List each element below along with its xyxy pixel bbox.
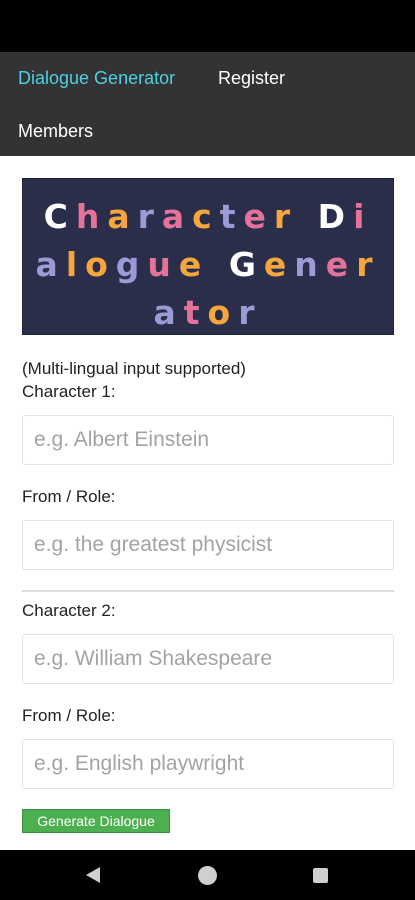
status-bar <box>0 0 415 52</box>
nav-link-dialogue-generator[interactable]: Dialogue Generator <box>18 67 175 89</box>
character1-input[interactable] <box>22 415 394 465</box>
nav-link-register[interactable]: Register <box>218 67 285 89</box>
multilingual-note: (Multi-lingual input supported) <box>22 359 246 378</box>
home-icon[interactable] <box>198 866 217 885</box>
banner-line-1: Character Di <box>43 197 373 236</box>
role1-input[interactable] <box>22 520 394 570</box>
character2-input[interactable] <box>22 634 394 684</box>
recents-icon[interactable] <box>313 868 328 883</box>
character2-label: Character 2: <box>22 601 116 620</box>
banner-line-2: alogue Gener <box>35 245 381 284</box>
banner-line-3: ator <box>153 293 263 332</box>
role2-input[interactable] <box>22 739 394 789</box>
generate-dialogue-button[interactable]: Generate Dialogue <box>22 809 170 833</box>
role2-label: From / Role: <box>22 706 116 725</box>
app-navbar: Dialogue Generator Register Members <box>0 52 415 156</box>
role1-label: From / Role: <box>22 487 116 506</box>
back-icon[interactable] <box>86 867 100 883</box>
system-navigation-bar <box>0 850 415 900</box>
title-banner: Character Di alogue Gener ator <box>22 178 394 335</box>
main-content: Character Di alogue Gener ator (Multi-li… <box>0 156 415 850</box>
divider <box>22 590 394 592</box>
character1-label: Character 1: <box>22 382 116 401</box>
nav-link-members[interactable]: Members <box>18 120 93 142</box>
